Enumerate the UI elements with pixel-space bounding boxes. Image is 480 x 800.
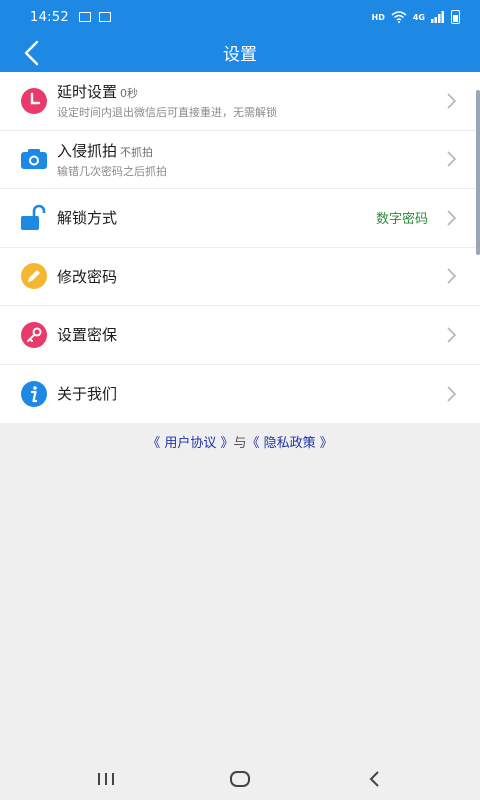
recent-apps-icon[interactable] xyxy=(91,766,121,792)
info-icon xyxy=(21,380,47,407)
back-nav-icon[interactable] xyxy=(360,766,390,792)
camera-icon xyxy=(21,149,47,170)
setting-label: 延时设置 xyxy=(57,83,118,102)
unlock-method-value: 数字密码 xyxy=(375,212,428,228)
app-bar: 设置 xyxy=(0,34,480,72)
signal-icon xyxy=(431,11,444,23)
setting-about-us[interactable]: 关于我们 xyxy=(0,365,480,424)
setting-intrusion-capture[interactable]: 入侵抓拍 不抓拍 输错几次密码之后抓拍 xyxy=(0,131,480,189)
home-icon[interactable] xyxy=(225,766,255,792)
setting-unlock-method[interactable]: 解锁方式 数字密码 xyxy=(0,189,480,248)
setting-description: 设定时间内退出微信后可直接重进，无需解锁 xyxy=(57,106,277,120)
pencil-icon xyxy=(21,263,47,290)
gallery-notification-icon xyxy=(78,12,91,22)
status-indicators: HD 4G xyxy=(372,10,460,24)
app-notification-icon xyxy=(98,12,111,22)
setting-label: 解锁方式 xyxy=(57,209,118,228)
privacy-policy-link[interactable]: 《 隐私政策 》 xyxy=(247,436,333,451)
unlock-icon xyxy=(21,204,46,230)
settings-list: 延时设置 0秒 设定时间内退出微信后可直接重进，无需解锁 入侵抓拍 不抓拍 输错几次… xyxy=(0,72,480,423)
setting-change-password[interactable]: 修改密码 xyxy=(0,248,480,306)
setting-label: 修改密码 xyxy=(57,267,118,286)
chevron-right-icon xyxy=(447,386,457,402)
page-title: 设置 xyxy=(223,45,257,65)
chevron-right-icon xyxy=(447,327,457,343)
system-navigation-bar xyxy=(0,758,480,800)
chevron-right-icon xyxy=(447,151,457,167)
setting-label: 设置密保 xyxy=(57,326,118,345)
scrollbar[interactable] xyxy=(476,90,480,255)
battery-icon xyxy=(451,10,460,24)
legal-links: 《 用户协议 》与《 隐私政策 》 xyxy=(0,432,480,451)
key-icon xyxy=(21,321,47,348)
setting-delay[interactable]: 延时设置 0秒 设定时间内退出微信后可直接重进，无需解锁 xyxy=(0,72,480,131)
setting-security-question[interactable]: 设置密保 xyxy=(0,306,480,365)
chevron-right-icon xyxy=(447,268,457,284)
status-time: 14:52 xyxy=(30,9,69,25)
wifi-icon xyxy=(391,11,407,23)
user-agreement-link[interactable]: 《 用户协议 》 xyxy=(147,436,233,451)
setting-label: 入侵抓拍 xyxy=(57,141,118,160)
chevron-right-icon xyxy=(447,210,457,226)
network-type-label: 4G xyxy=(412,12,425,22)
chevron-right-icon xyxy=(447,93,457,109)
links-joiner: 与 xyxy=(233,436,247,451)
hd-label: HD xyxy=(371,12,385,22)
setting-description: 输错几次密码之后抓拍 xyxy=(57,164,167,178)
clock-icon xyxy=(21,87,47,114)
setting-inline-value: 不抓拍 xyxy=(120,145,154,159)
setting-inline-value: 0秒 xyxy=(120,87,139,101)
status-bar: 14:52 HD 4G xyxy=(0,0,480,34)
setting-label: 关于我们 xyxy=(57,385,118,404)
